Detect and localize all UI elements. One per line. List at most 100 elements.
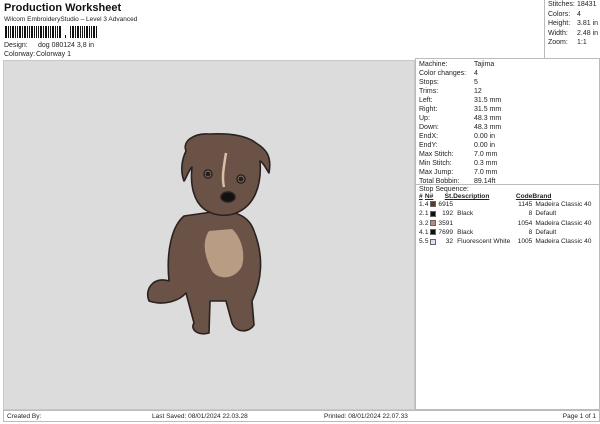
color-swatch	[430, 201, 437, 208]
stats-row: Color changes: 4	[419, 69, 599, 78]
summary-row: Zoom: 1:1	[545, 38, 600, 48]
stats-value: 7.0 mm	[474, 169, 498, 176]
colorway-label: Colorway:	[4, 51, 36, 58]
summary-label: Zoom:	[548, 39, 568, 46]
thread-brand: Madeira Classic 40	[535, 219, 592, 227]
stats-label: EndY:	[419, 142, 438, 149]
stitch-count: 32	[445, 238, 454, 246]
stats-label: Down:	[419, 124, 439, 131]
col-needle: N#	[424, 193, 434, 200]
stats-label: Max Jump:	[419, 169, 454, 176]
machine-stats: Machine: Tajima Color changes: 4 Stops: 5 Trim…	[415, 58, 600, 185]
stats-value: 7.0 mm	[474, 151, 498, 158]
thread-brand: Default	[535, 210, 557, 218]
needle-number: 5	[425, 237, 437, 246]
color-swatch	[430, 238, 437, 245]
summary-label: Height:	[548, 20, 571, 27]
summary-box: Stitches: 18431 Colors: 4 Height: 3.81 in Widt…	[544, 0, 600, 58]
needle-number: 4	[425, 200, 437, 209]
summary-label: Width:	[548, 29, 568, 37]
stats-row: Down: 48.3 mm	[419, 123, 599, 132]
stats-label: Machine:	[419, 61, 448, 68]
color-code: 8	[528, 210, 533, 218]
stitch-count: 7699	[438, 229, 454, 237]
summary-row: Colors: 4	[545, 10, 600, 20]
summary-row: Height: 3.81 in	[545, 19, 600, 29]
stats-row: Max Stitch: 7.0 mm	[419, 150, 599, 159]
stats-value: 31.5 mm	[474, 97, 502, 104]
stop-row: 4. 1 7699 Black 8 Default	[419, 228, 596, 237]
stitch-count: 192	[442, 210, 454, 218]
page-title: Production Worksheet	[4, 2, 122, 14]
design-info: Design: dog 080124 3,8 in	[4, 42, 94, 49]
created-by: Created By:	[7, 412, 42, 420]
stats-label: Trims:	[419, 88, 439, 95]
stats-row: Machine: Tajima	[419, 60, 599, 69]
thread-brand: Default	[535, 229, 557, 237]
design-preview	[3, 60, 415, 410]
design-label: Design:	[4, 42, 28, 49]
stats-label: Stops:	[419, 79, 439, 86]
stitch-count: 6915	[438, 201, 454, 209]
summary-row: Stitches: 18431	[545, 0, 600, 10]
thread-brand: Madeira Classic 40	[535, 238, 592, 246]
stop-row: 1. 4 6915 1145 Madeira Classic 40	[419, 200, 596, 209]
needle-number: 2	[425, 219, 437, 228]
stats-value: 12	[474, 88, 482, 95]
stats-label: Min Stitch:	[419, 160, 452, 167]
color-description: Black	[457, 210, 474, 218]
stitch-count: 3591	[438, 219, 454, 227]
col-code: Code	[515, 193, 533, 200]
stats-row: Trims: 12	[419, 87, 599, 96]
stats-row: Left: 31.5 mm	[419, 96, 599, 105]
thread-brand: Madeira Classic 40	[535, 201, 592, 209]
color-code: 1005	[517, 238, 533, 246]
stats-row: Up: 48.3 mm	[419, 114, 599, 123]
software-name: Wilcom EmbroideryStudio – Level 3 Advanc…	[4, 16, 138, 23]
summary-label: Stitches:	[548, 1, 575, 8]
needle-number: 1	[425, 228, 437, 237]
last-saved: Last Saved: 08/01/2024 22.03.28	[152, 412, 248, 420]
color-description: Fluorescent White	[457, 238, 511, 246]
summary-label: Colors:	[548, 10, 571, 18]
colorway-value: Colorway 1	[36, 51, 72, 58]
stop-sequence-title: Stop Sequence:	[419, 186, 469, 193]
color-description	[453, 219, 515, 228]
printed-date: Printed: 08/01/2024 22.07.33	[324, 412, 408, 420]
stop-row: 5. 5 32 Fluorescent White 1005 Madeira Class…	[419, 237, 596, 246]
color-code: 1145	[518, 201, 533, 209]
stats-row: Stops: 5	[419, 78, 599, 87]
stop-sequence: Stop Sequence: # N# St. Description Code…	[415, 185, 600, 410]
design-value: dog 080124 3,8 in	[37, 42, 95, 49]
stop-row: 2. 1 192 Black 8 Default	[419, 209, 596, 218]
summary-row: Width: 2.48 in	[545, 29, 600, 39]
stats-value: 0.3 mm	[474, 160, 498, 167]
barcode	[5, 26, 135, 38]
summary-value: 3.81 in	[577, 20, 599, 27]
page-number: Page 1 of 1	[562, 412, 596, 420]
color-description: Black	[457, 229, 474, 237]
needle-number: 1	[425, 209, 437, 218]
color-swatch	[430, 219, 437, 226]
stats-label: Color changes:	[419, 70, 467, 77]
col-brand: Brand	[532, 193, 552, 200]
color-code: 8	[528, 229, 533, 237]
stats-row: Right: 31.5 mm	[419, 105, 599, 114]
stats-label: Left:	[419, 97, 433, 104]
summary-value: 4	[577, 10, 581, 18]
stats-value: 0.00 in	[474, 133, 496, 140]
dog-embroidery-image	[147, 132, 271, 335]
col-stitches: St.	[444, 193, 454, 200]
stats-row: Min Stitch: 0.3 mm	[419, 159, 599, 168]
color-swatch	[430, 229, 437, 236]
summary-value: 2.48 in	[577, 29, 599, 37]
stats-value: 5	[474, 79, 478, 86]
summary-value: 1:1	[577, 39, 587, 46]
stats-label: Max Stitch:	[419, 151, 454, 158]
summary-value: 18431	[577, 1, 597, 8]
stats-value: 48.3 mm	[474, 115, 502, 122]
stop-row: 3. 2 3591 1054 Madeira Classic 40	[419, 219, 596, 228]
stats-row: EndY: 0.00 in	[419, 141, 599, 150]
color-code: 1054	[517, 219, 533, 227]
stats-label: EndX:	[419, 133, 439, 140]
